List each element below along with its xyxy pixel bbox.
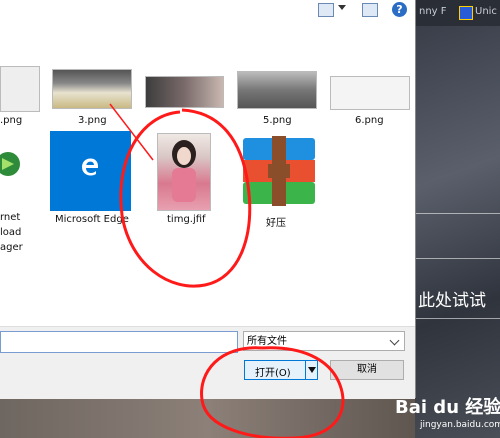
cancel-button[interactable]: 取消 [330,360,404,380]
download-manager-icon[interactable] [0,148,26,180]
dropdown-arrow-icon[interactable] [308,367,316,373]
browser-tab-2[interactable]: Unic [475,6,497,17]
file-name: 6.png [355,115,384,126]
file-name: Microsoft Edge [55,214,129,225]
file-thumbnail[interactable] [52,69,132,109]
watermark-logo: Bai du 经验 [395,397,500,418]
help-icon[interactable]: ? [392,2,407,17]
open-button[interactable]: 打开(O) [244,360,318,380]
file-type-select[interactable]: 所有文件 [243,331,405,351]
file-open-dialog: ? .png 3.png 5.png 6.png rnet load ager … [0,0,416,399]
try-here-text: 此处试试 [418,291,486,311]
background-bottom [0,398,415,438]
file-name: .png [0,115,23,126]
divider [415,258,500,259]
divider [415,213,500,214]
file-name: timg.jfif [167,214,206,225]
open-button-label: 打开(O) [255,368,291,379]
file-thumbnail[interactable] [237,71,317,109]
browser-tab-bar: nny F Unic [415,0,500,26]
file-name-line: load [0,227,22,238]
app-logo-icon [459,6,473,20]
file-type-selected: 所有文件 [247,336,287,347]
split-divider [305,361,306,379]
background-webpage: nny F Unic 此处试试 [415,0,500,438]
chevron-down-icon [389,335,400,346]
file-name: 3.png [78,115,107,126]
browser-tab-1[interactable]: nny F [419,6,447,17]
file-thumbnail[interactable] [50,131,131,211]
filename-input[interactable] [0,331,238,353]
chevron-down-icon[interactable] [338,5,346,10]
file-name: 好压 [266,218,286,229]
file-name-line: rnet [0,212,21,223]
dialog-toolbar: ? [0,0,415,22]
file-name: 5.png [263,115,292,126]
edge-icon [82,158,98,176]
watermark-url: jingyan.baidu.com [420,420,500,430]
preview-pane-icon[interactable] [362,3,378,17]
haozip-icon[interactable] [241,136,317,206]
view-menu-icon[interactable] [318,3,334,17]
file-thumbnail[interactable] [145,76,224,108]
file-name-line: ager [0,242,23,253]
file-thumbnail[interactable] [330,76,410,110]
file-thumbnail[interactable] [0,66,40,112]
divider [415,318,500,319]
file-thumbnail-timg[interactable] [157,133,211,211]
